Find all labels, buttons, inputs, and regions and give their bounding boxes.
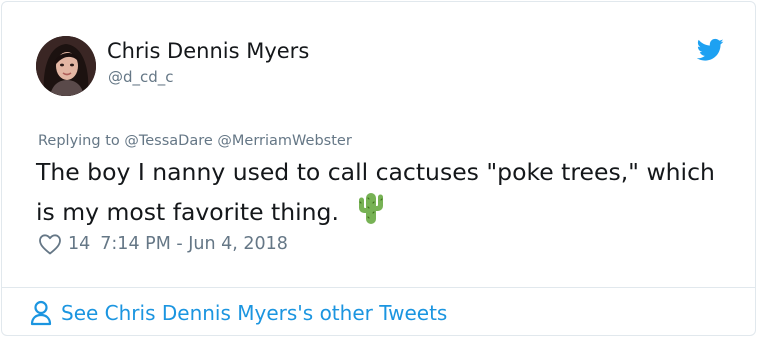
like-button[interactable]: 14 <box>38 233 90 255</box>
reply-prefix: Replying to <box>38 133 120 149</box>
author-handle[interactable]: @d_cd_c <box>108 67 174 87</box>
see-other-tweets-label: See Chris Dennis Myers's other Tweets <box>61 301 448 325</box>
tweet-meta: 14 7:14 PM - Jun 4, 2018 <box>38 232 288 256</box>
card-divider <box>2 287 755 288</box>
mention-link[interactable]: @MerriamWebster <box>217 133 351 149</box>
cactus-icon <box>359 193 384 224</box>
mention-link[interactable]: @TessaDare <box>124 133 212 149</box>
heart-icon <box>39 234 61 255</box>
see-other-tweets-link[interactable]: See Chris Dennis Myers's other Tweets <box>30 299 447 327</box>
like-count: 14 <box>68 234 91 254</box>
person-icon <box>30 300 52 326</box>
avatar[interactable] <box>36 36 96 96</box>
tweet-body: The boy I nanny used to call cactuses "p… <box>36 155 736 230</box>
embedded-tweet-card: Chris Dennis Myers @d_cd_c Replying to @… <box>1 1 756 336</box>
reply-context: Replying to @TessaDare @MerriamWebster <box>38 131 352 151</box>
twitter-bird-icon[interactable] <box>697 38 724 62</box>
author-name[interactable]: Chris Dennis Myers <box>107 38 309 64</box>
avatar-photo <box>36 36 96 96</box>
tweet-timestamp[interactable]: 7:14 PM - Jun 4, 2018 <box>100 234 288 254</box>
